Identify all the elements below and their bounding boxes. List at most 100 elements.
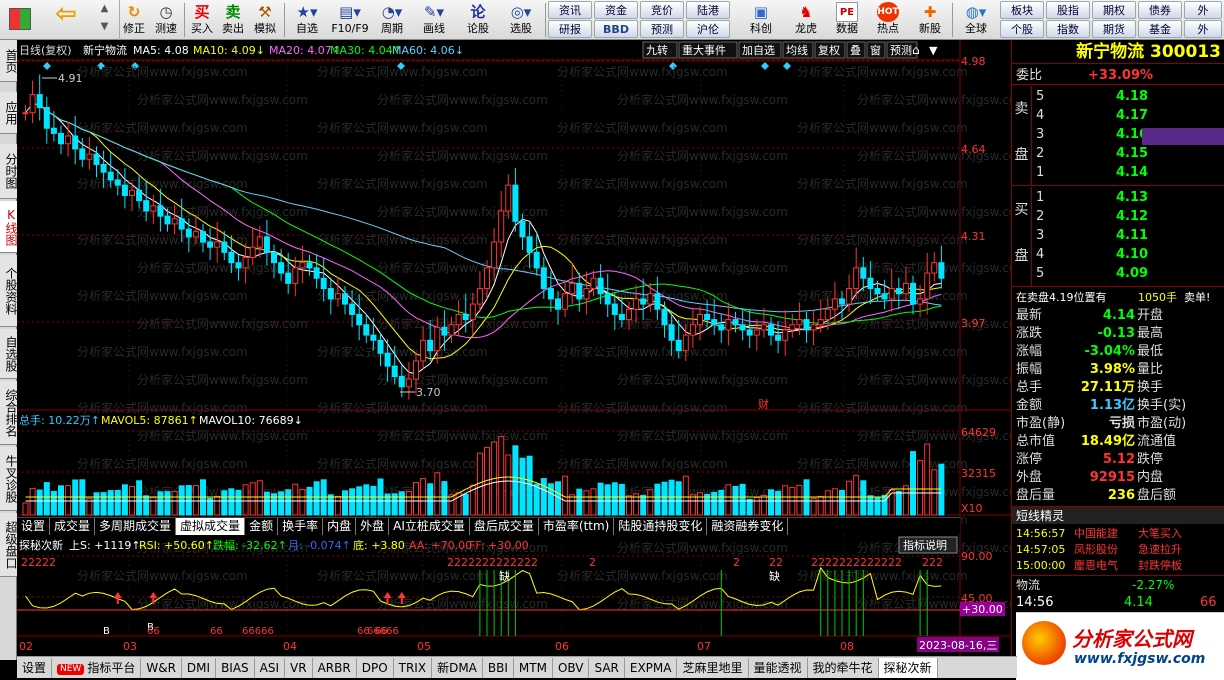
voltab-inner[interactable]: 内盘 — [323, 518, 357, 535]
voltab-ai[interactable]: AI立桩成交量 — [389, 518, 470, 535]
voltab-settings[interactable]: 设置 — [17, 518, 51, 535]
buy-row[interactable]: 5 4.09 — [1012, 265, 1224, 283]
indicator-tab[interactable]: 量能透视 — [749, 658, 808, 678]
voltab-multi-period[interactable]: 多周期成交量 — [95, 518, 177, 535]
f10-button[interactable]: ▤▾ F10/F9 — [328, 0, 372, 40]
draw-button[interactable]: ✎▾ 画线 — [414, 0, 454, 40]
voltab-hk-holdings[interactable]: 陆股通持股变化 — [614, 518, 708, 535]
indicator-tab[interactable]: DPO — [357, 658, 394, 678]
btn-research[interactable]: 研报 — [548, 20, 592, 38]
indicator-tab[interactable]: BBI — [483, 658, 514, 678]
indicator-tab[interactable]: VR — [285, 658, 313, 678]
lock-icon[interactable]: ⌂ — [912, 43, 920, 57]
btn-auction[interactable]: 竞价 — [640, 1, 684, 19]
big-order-notice[interactable]: 在卖盘4.19位置有 1050手 卖单! — [1012, 289, 1224, 307]
fix-button[interactable]: ↻ 修正 — [118, 0, 150, 40]
indicator-tab[interactable]: ARBR — [313, 658, 357, 678]
back-button[interactable]: ⇦ — [42, 0, 90, 40]
tab-super-quote[interactable]: 超级盘口 — [0, 513, 18, 577]
voltab-amount[interactable]: 金额 — [245, 518, 279, 535]
data-button[interactable]: PE 数据 — [828, 0, 866, 40]
indicator-tab[interactable]: ASI — [255, 658, 286, 678]
sell-button[interactable]: 卖 卖出 — [218, 0, 248, 40]
btn-news[interactable]: 资讯 — [548, 1, 592, 19]
event-diamond-icon[interactable] — [761, 62, 769, 70]
indicator-tab[interactable]: EXPMA — [625, 658, 678, 678]
tab-diagnosis[interactable]: 牛叉诊股 — [0, 447, 18, 511]
tab-home[interactable]: 首页 — [0, 40, 18, 82]
sector-row[interactable]: 物流 -2.27% — [1012, 575, 1224, 593]
btn-funds[interactable]: 资金 — [594, 1, 638, 19]
event-diamond-icon[interactable] — [43, 62, 51, 70]
sell-row[interactable]: 4 4.17 — [1012, 107, 1224, 125]
simulate-button[interactable]: ⚒ 模拟 — [249, 0, 281, 40]
tab-ranking[interactable]: 综合排名 — [0, 381, 18, 445]
buy-button[interactable]: 买 买入 — [187, 0, 217, 40]
buy-row[interactable]: 3 4.11 — [1012, 227, 1224, 245]
tab-stock-info[interactable]: 个股资料 — [0, 255, 18, 327]
scroll-button[interactable]: ▲ ▼ — [90, 0, 120, 40]
elves-header[interactable]: 短线精灵 — [1012, 506, 1224, 524]
indicator-tab[interactable]: 新DMA — [432, 658, 483, 678]
sell-row[interactable]: 1 4.14 — [1012, 164, 1224, 182]
menu-button[interactable] — [4, 0, 36, 40]
select-stock-button[interactable]: ◎▾ 选股 — [500, 0, 542, 40]
kechuang-button[interactable]: ▣ 科创 — [738, 0, 784, 40]
btn-bbd[interactable]: BBD — [594, 20, 638, 38]
btn-funds-list[interactable]: 基金 — [1138, 20, 1182, 38]
global-button[interactable]: ◍▾ 全球 — [956, 0, 996, 40]
btn-options[interactable]: 期权 — [1092, 1, 1136, 19]
voltab-turnover[interactable]: 换手率 — [278, 518, 324, 535]
indicator-tab[interactable]: W&R — [141, 658, 182, 678]
tab-watchlist[interactable]: 自选股 — [0, 329, 18, 379]
btn-shanghai-london[interactable]: 沪伦 — [686, 20, 730, 38]
btn-stocks[interactable]: 个股 — [1000, 20, 1044, 38]
kline-chart-svg[interactable]: 日线(复权) 新宁物流 MA5: 4.08 MA10: 4.09↓ MA20: … — [17, 40, 1011, 658]
btn-forex[interactable]: 外 — [1184, 1, 1222, 19]
indicator-tab[interactable]: TRIX — [394, 658, 433, 678]
indicator-tab[interactable]: DMI — [182, 658, 217, 678]
elf-row[interactable]: 15:00:00 麈恩电气 封跌停板 — [1012, 557, 1224, 575]
indicator-tab[interactable]: MTM — [514, 658, 553, 678]
indicator-tab[interactable]: 探秘次新 — [878, 658, 938, 678]
voltab-outer[interactable]: 外盘 — [356, 518, 390, 535]
hot-button[interactable]: HOT 热点 — [868, 0, 908, 40]
btn-futures[interactable]: 期货 — [1092, 20, 1136, 38]
buy-row[interactable]: 1 4.13 — [1012, 189, 1224, 207]
newstock-button[interactable]: ✚ 新股 — [910, 0, 950, 40]
voltab-volume[interactable]: 成交量 — [50, 518, 96, 535]
indicator-tab[interactable]: 芝麻里地里 — [677, 658, 749, 678]
indicator-tab[interactable]: OBV — [553, 658, 590, 678]
period-button[interactable]: ◔▾ 周期 — [374, 0, 410, 40]
tab-kline[interactable]: K线图 — [0, 201, 18, 253]
btn-foreign[interactable]: 外 — [1184, 20, 1222, 38]
event-diamond-icon[interactable] — [783, 62, 791, 70]
btn-sectors[interactable]: 板块 — [1000, 1, 1044, 19]
buy-row[interactable]: 2 4.12 — [1012, 208, 1224, 226]
btn-stock-index-futures[interactable]: 股指 — [1046, 1, 1090, 19]
chevron-down-icon[interactable]: ▼ — [929, 44, 938, 57]
indicator-tab[interactable]: SAR — [589, 658, 625, 678]
voltab-margin[interactable]: 融资融券变化 — [707, 518, 789, 535]
indicator-tab[interactable]: 我的牵牛花 — [808, 658, 879, 678]
tab-timeshare[interactable]: 分时图 — [0, 144, 18, 199]
sell-row[interactable]: 2 4.15 — [1012, 145, 1224, 163]
indicator-tab[interactable]: BIAS — [216, 658, 255, 678]
voltab-virtual[interactable]: 虚拟成交量 — [176, 518, 246, 535]
buy-row[interactable]: 4 4.10 — [1012, 246, 1224, 264]
kline-chart-area[interactable]: 日线(复权) 新宁物流 MA5: 4.08 MA10: 4.09↓ MA20: … — [17, 40, 1011, 660]
sell-row[interactable]: 5 4.18 — [1012, 88, 1224, 106]
btn-indexes[interactable]: 指数 — [1046, 20, 1090, 38]
voltab-pe[interactable]: 市盈率(ttm) — [539, 518, 615, 535]
voltab-after-hours[interactable]: 盘后成交量 — [470, 518, 539, 535]
discuss-button[interactable]: 论 论股 — [458, 0, 498, 40]
btn-forecast[interactable]: 预测 — [640, 20, 684, 38]
tab-apps[interactable]: 应用 — [0, 92, 18, 134]
btn-hk-connect[interactable]: 陆港 — [686, 1, 730, 19]
indicator-tab[interactable]: 设置 — [17, 658, 53, 678]
watchlist-button[interactable]: ★▾ 自选 — [288, 0, 326, 40]
indicator-tab[interactable]: NEW 指标平台 — [52, 658, 142, 678]
btn-bonds[interactable]: 债券 — [1138, 1, 1182, 19]
dragon-button[interactable]: ♞ 龙虎 — [784, 0, 828, 40]
speedtest-button[interactable]: ◷ 测速 — [150, 0, 182, 40]
